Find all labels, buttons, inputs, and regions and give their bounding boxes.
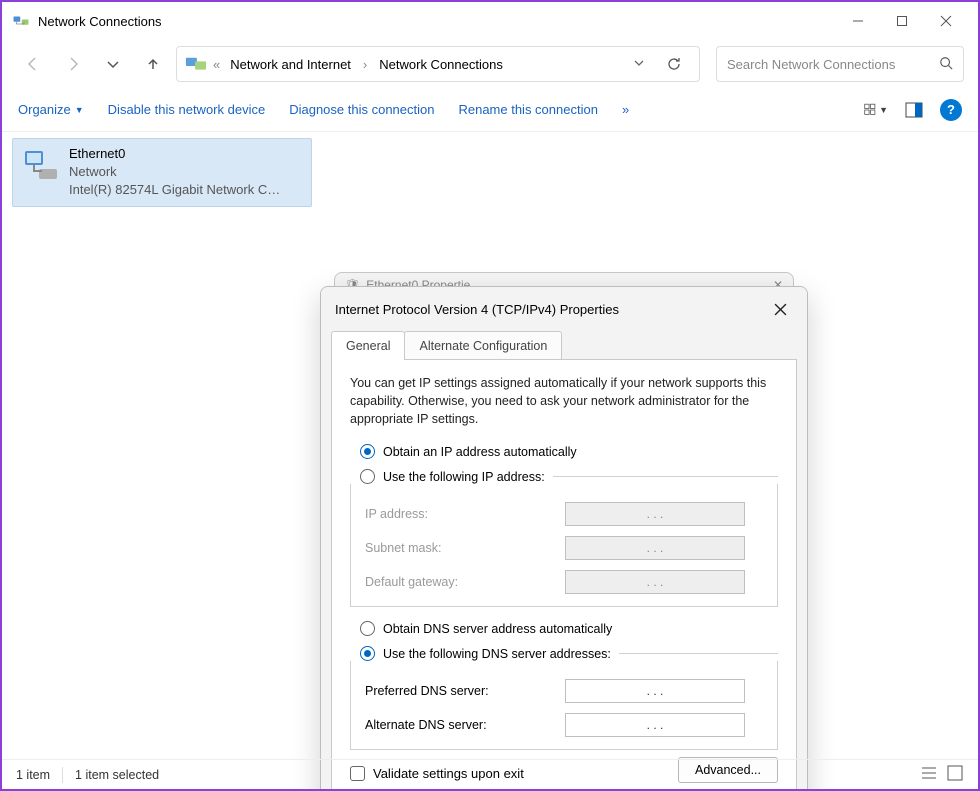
- intro-text: You can get IP settings assigned automat…: [350, 374, 778, 428]
- chevron-down-icon: ▼: [75, 105, 84, 115]
- status-bar: 1 item 1 item selected: [2, 759, 978, 789]
- status-selected-count: 1 item selected: [75, 768, 159, 782]
- status-item-count: 1 item: [16, 768, 50, 782]
- ipv4-properties-dialog: Internet Protocol Version 4 (TCP/IPv4) P…: [320, 286, 808, 791]
- breadcrumb-network-connections[interactable]: Network Connections: [375, 55, 507, 74]
- organize-menu[interactable]: Organize▼: [18, 102, 84, 117]
- radio-dns-manual[interactable]: [360, 646, 375, 661]
- label-preferred-dns: Preferred DNS server:: [365, 684, 565, 698]
- up-button[interactable]: [136, 47, 170, 81]
- view-options-button[interactable]: ▼: [864, 98, 888, 122]
- radio-ip-manual[interactable]: [360, 469, 375, 484]
- adapter-text: Ethernet0 Network Intel(R) 82574L Gigabi…: [69, 145, 280, 200]
- dialog-tabs: General Alternate Configuration: [321, 331, 807, 360]
- input-ip-address: . . .: [565, 502, 745, 526]
- adapter-device: Intel(R) 82574L Gigabit Network C…: [69, 181, 280, 199]
- tab-general[interactable]: General: [331, 331, 405, 360]
- refresh-button[interactable]: [657, 47, 691, 81]
- adapter-name: Ethernet0: [69, 145, 280, 163]
- disable-device-button[interactable]: Disable this network device: [108, 102, 266, 117]
- dialog-title-bar: Internet Protocol Version 4 (TCP/IPv4) P…: [321, 287, 807, 331]
- search-placeholder: Search Network Connections: [727, 57, 895, 72]
- address-dropdown-icon[interactable]: [631, 57, 647, 72]
- explorer-window: Network Connections « Network and Intern…: [0, 0, 980, 791]
- title-bar: Network Connections: [2, 2, 978, 40]
- tab-body-general: You can get IP settings assigned automat…: [331, 359, 797, 791]
- minimize-button[interactable]: [836, 6, 880, 36]
- input-default-gateway: . . .: [565, 570, 745, 594]
- maximize-button[interactable]: [880, 6, 924, 36]
- network-connections-icon: [12, 12, 30, 30]
- dns-fieldset: Preferred DNS server: . . . Alternate DN…: [350, 661, 778, 750]
- preview-pane-button[interactable]: [902, 98, 926, 122]
- breadcrumb-network-internet[interactable]: Network and Internet: [226, 55, 355, 74]
- search-input[interactable]: Search Network Connections: [716, 46, 964, 82]
- help-button[interactable]: ?: [940, 99, 962, 121]
- rename-button[interactable]: Rename this connection: [458, 102, 597, 117]
- content-area: Ethernet0 Network Intel(R) 82574L Gigabi…: [2, 132, 978, 759]
- dialog-close-button[interactable]: [767, 296, 793, 322]
- large-icons-view-icon[interactable]: [946, 764, 964, 785]
- tab-alternate-configuration[interactable]: Alternate Configuration: [404, 331, 562, 360]
- radio-dns-auto[interactable]: [360, 621, 375, 636]
- input-subnet-mask: . . .: [565, 536, 745, 560]
- nav-bar: « Network and Internet › Network Connect…: [2, 40, 978, 88]
- label-ip-manual: Use the following IP address:: [383, 470, 545, 484]
- forward-button[interactable]: [56, 47, 90, 81]
- chevron-right-icon: ›: [361, 57, 369, 72]
- close-button[interactable]: [924, 6, 968, 36]
- details-view-icon[interactable]: [920, 764, 938, 785]
- back-button[interactable]: [16, 47, 50, 81]
- label-alternate-dns: Alternate DNS server:: [365, 718, 565, 732]
- dialog-title: Internet Protocol Version 4 (TCP/IPv4) P…: [335, 302, 619, 317]
- ip-fieldset: IP address: . . . Subnet mask: . . . Def…: [350, 484, 778, 607]
- adapter-item-ethernet0[interactable]: Ethernet0 Network Intel(R) 82574L Gigabi…: [12, 138, 312, 207]
- overflow-button[interactable]: »: [622, 102, 629, 117]
- label-subnet-mask: Subnet mask:: [365, 541, 565, 555]
- network-adapter-icon: [21, 145, 61, 185]
- command-bar: Organize▼ Disable this network device Di…: [2, 88, 978, 132]
- diagnose-button[interactable]: Diagnose this connection: [289, 102, 434, 117]
- breadcrumb-root[interactable]: «: [213, 57, 220, 72]
- label-default-gateway: Default gateway:: [365, 575, 565, 589]
- radio-ip-auto[interactable]: [360, 444, 375, 459]
- window-title: Network Connections: [38, 14, 162, 29]
- control-panel-icon: [185, 55, 207, 73]
- input-preferred-dns[interactable]: . . .: [565, 679, 745, 703]
- adapter-status: Network: [69, 163, 280, 181]
- label-ip-address: IP address:: [365, 507, 565, 521]
- search-icon: [939, 56, 953, 73]
- label-dns-auto: Obtain DNS server address automatically: [383, 622, 612, 636]
- address-bar[interactable]: « Network and Internet › Network Connect…: [176, 46, 700, 82]
- label-ip-auto: Obtain an IP address automatically: [383, 445, 577, 459]
- input-alternate-dns[interactable]: . . .: [565, 713, 745, 737]
- recent-locations-button[interactable]: [96, 47, 130, 81]
- label-dns-manual: Use the following DNS server addresses:: [383, 647, 611, 661]
